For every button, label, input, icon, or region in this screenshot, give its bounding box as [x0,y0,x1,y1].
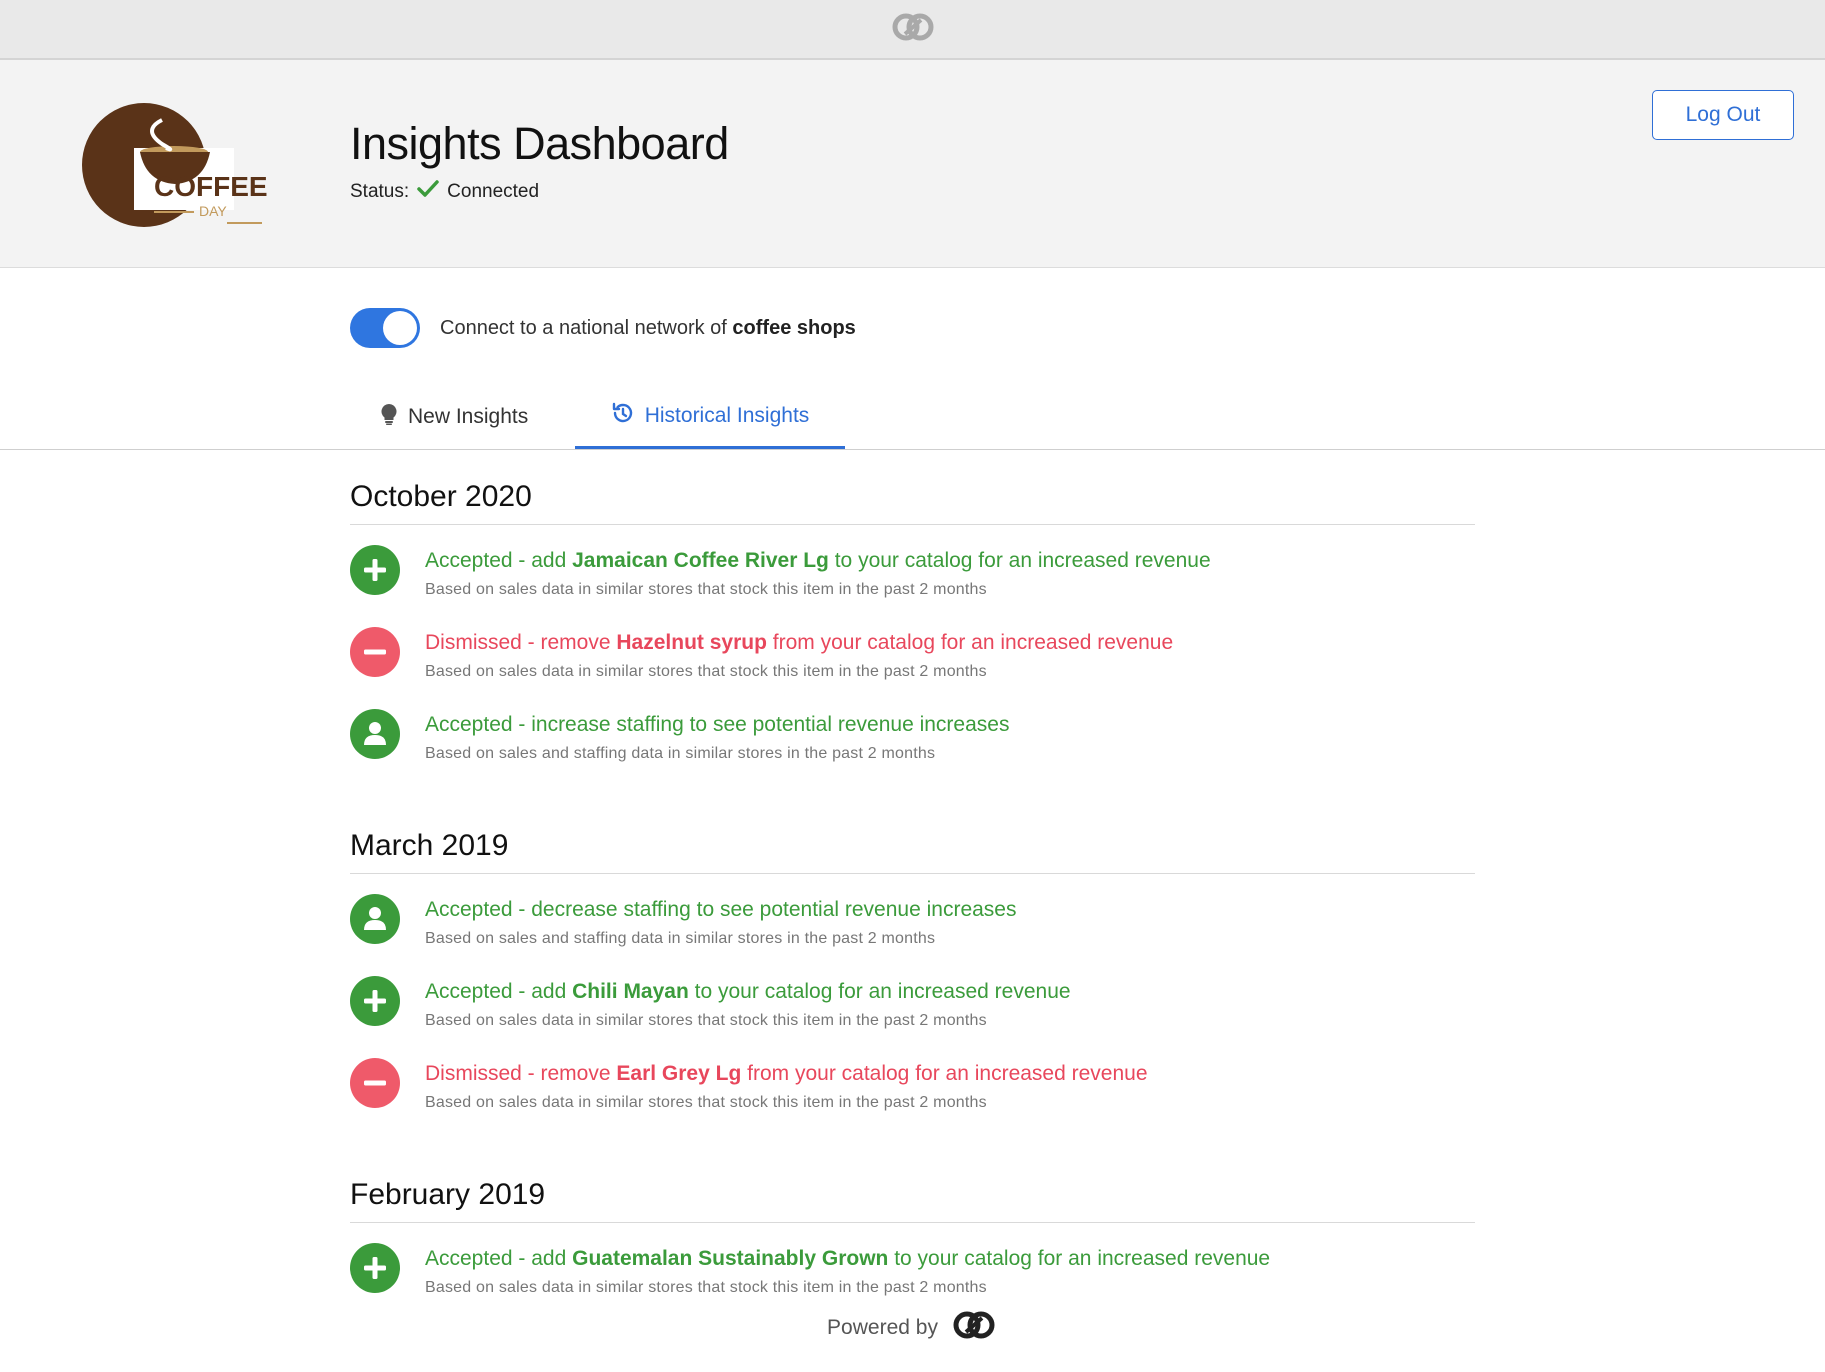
svg-text:DAY: DAY [199,203,227,219]
insight-headline: Accepted - increase staffing to see pote… [425,713,1010,736]
lightbulb-icon [380,403,398,431]
insight-subtext: Based on sales data in similar stores th… [425,1012,987,1029]
tab-new-label: New Insights [408,405,529,428]
page-title: Insights Dashboard [350,118,729,169]
powered-by-label: Powered by [827,1316,938,1339]
insight-subtext: Based on sales data in similar stores th… [425,1279,987,1296]
month-heading: February 2019 [350,1178,1475,1223]
toggle-label-bold: coffee shops [732,316,856,339]
brand-link-icon [889,12,937,47]
insight-item: Accepted - add Jamaican Coffee River Lg … [350,545,1475,627]
person-icon [350,709,400,759]
insight-item: Accepted - increase staffing to see pote… [350,709,1475,791]
page-header: COFFEE DAY Insights Dashboard Status: Co… [0,60,1825,268]
insight-item: Dismissed - remove Earl Grey Lg from you… [350,1058,1475,1140]
historical-insights-list: October 2020 Accepted - add Jamaican Cof… [350,480,1475,1363]
coffee-day-logo: COFFEE DAY [82,100,268,230]
insight-headline: Accepted - add Jamaican Coffee River Lg … [425,549,1211,572]
insight-headline: Dismissed - remove Earl Grey Lg from you… [425,1062,1148,1085]
status-value: Connected [447,181,540,202]
person-icon [350,894,400,944]
brand-logo-icon[interactable] [950,1310,998,1346]
toggle-knob [383,311,417,345]
insight-item: Accepted - decrease staffing to see pote… [350,894,1475,976]
network-toggle-row: Connect to a national network of coffee … [350,308,856,348]
status-label: Status: [350,181,410,202]
tab-historical-label: Historical Insights [644,403,810,427]
insight-subtext: Based on sales and staffing data in simi… [425,745,936,762]
powered-by-footer: Powered by [0,1310,1825,1346]
month-section: March 2019 Accepted - decrease staffing … [350,829,1475,1140]
checkmark-icon [417,180,439,204]
month-heading: October 2020 [350,480,1475,525]
log-out-button[interactable]: Log Out [1652,90,1794,140]
minus-icon [350,1058,400,1108]
connection-status: Status: Connected [350,180,539,204]
top-bar [0,0,1825,60]
insight-headline: Dismissed - remove Hazelnut syrup from y… [425,631,1174,654]
insight-headline: Accepted - decrease staffing to see pote… [425,898,1017,921]
history-icon [611,401,635,431]
plus-icon [350,1243,400,1293]
insight-headline: Accepted - add Guatemalan Sustainably Gr… [425,1247,1271,1270]
network-toggle-switch[interactable] [350,308,420,348]
svg-text:COFFEE: COFFEE [154,171,267,202]
plus-icon [350,545,400,595]
insights-tabs: New Insights Historical Insights [0,385,1825,450]
insight-subtext: Based on sales and staffing data in simi… [425,930,936,947]
insight-subtext: Based on sales data in similar stores th… [425,581,987,598]
plus-icon [350,976,400,1026]
month-section: February 2019 Accepted - add Guatemalan … [350,1178,1475,1325]
toggle-label-text: Connect to a national network of [440,316,727,339]
tab-historical-insights[interactable]: Historical Insights [575,385,845,449]
month-heading: March 2019 [350,829,1475,874]
tab-new-insights[interactable]: New Insights [380,385,570,449]
insight-subtext: Based on sales data in similar stores th… [425,663,987,680]
insight-item: Accepted - add Chili Mayan to your catal… [350,976,1475,1058]
minus-icon [350,627,400,677]
network-toggle-label: Connect to a national network of coffee … [440,317,856,340]
insight-item: Dismissed - remove Hazelnut syrup from y… [350,627,1475,709]
insight-subtext: Based on sales data in similar stores th… [425,1094,987,1111]
insight-headline: Accepted - add Chili Mayan to your catal… [425,980,1071,1003]
month-section: October 2020 Accepted - add Jamaican Cof… [350,480,1475,791]
